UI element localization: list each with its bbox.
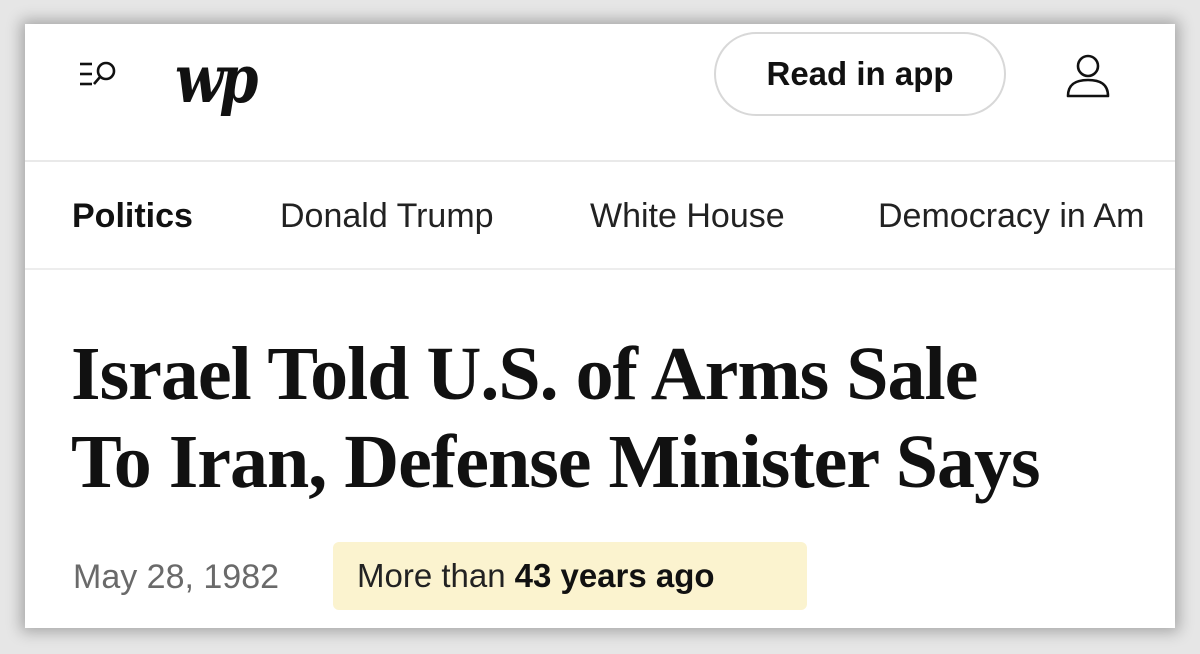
- section-nav: Politics Donald Trump White House Democr…: [25, 162, 1175, 270]
- nav-item-white-house[interactable]: White House: [590, 196, 785, 236]
- age-value: 43 years ago: [514, 557, 715, 594]
- article-age-badge: More than 43 years ago: [333, 542, 807, 610]
- top-bar: wp Read in app: [25, 24, 1175, 162]
- washington-post-logo[interactable]: wp: [175, 42, 258, 118]
- menu-search-icon[interactable]: [77, 58, 125, 94]
- article-page: wp Read in app Politics Donald Trump Whi…: [25, 24, 1175, 628]
- nav-item-politics[interactable]: Politics: [72, 196, 193, 236]
- read-in-app-button[interactable]: Read in app: [714, 32, 1006, 116]
- publish-date: May 28, 1982: [73, 558, 280, 596]
- nav-item-democracy[interactable]: Democracy in Am: [878, 196, 1144, 236]
- age-prefix: More than: [357, 557, 506, 594]
- article-headline: Israel Told U.S. of Arms Sale To Iran, D…: [71, 330, 1161, 506]
- nav-item-donald-trump[interactable]: Donald Trump: [280, 196, 494, 236]
- headline-line-2: To Iran, Defense Minister Says: [71, 420, 1041, 504]
- headline-line-1: Israel Told U.S. of Arms Sale: [71, 332, 978, 416]
- user-icon[interactable]: [1064, 52, 1112, 100]
